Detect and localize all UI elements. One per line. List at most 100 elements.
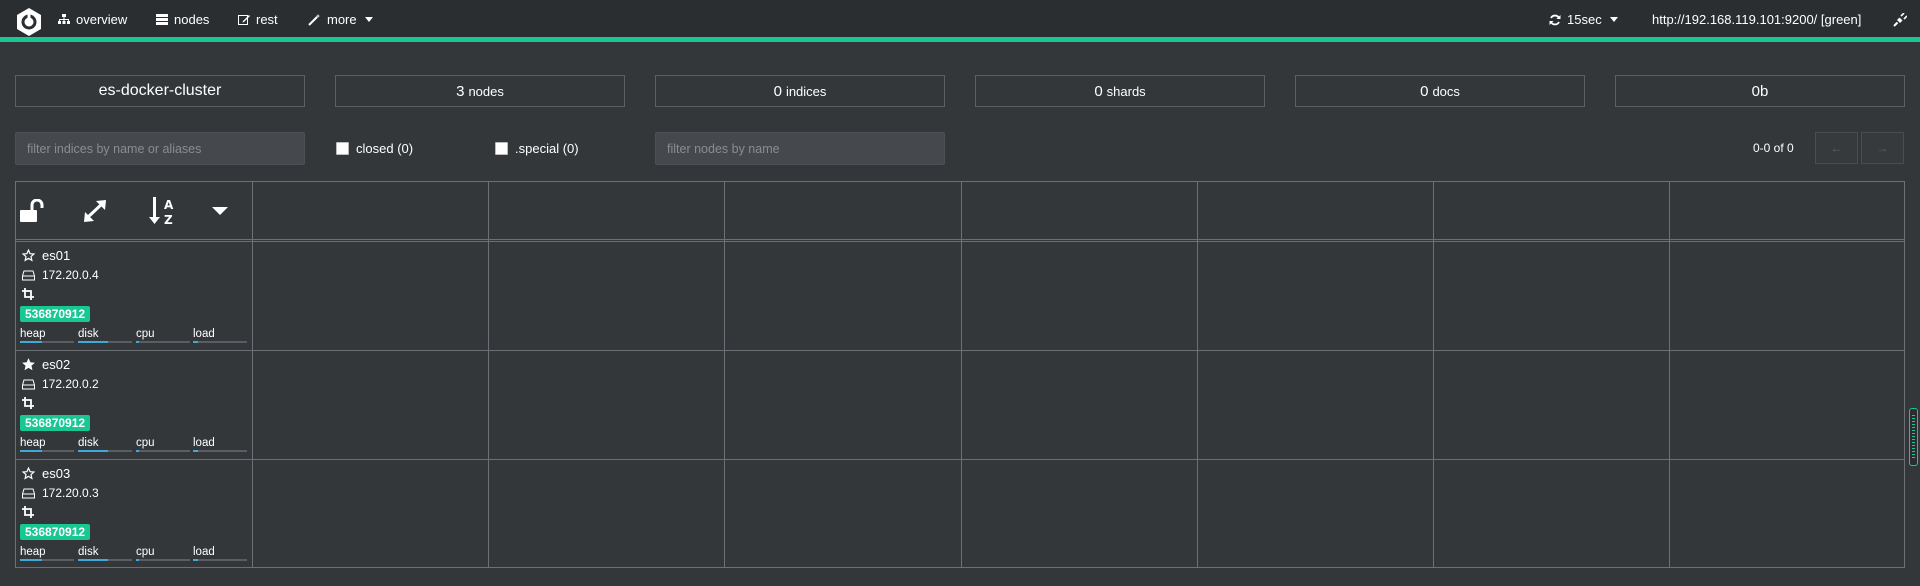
nav-nodes[interactable]: nodes [156,12,209,27]
cluster-overview-grid: A Z es01 172.20.0.4 536870912 heap disk … [15,181,1905,568]
nav-more-dropdown[interactable]: more [308,12,373,27]
load-metric[interactable]: load [193,546,247,561]
metric-label: heap [20,328,46,340]
arrow-right-icon: → [1876,141,1889,155]
scroll-indicator[interactable] [1909,408,1918,466]
hdd-icon [22,379,35,389]
heap-metric[interactable]: heap [20,437,74,452]
metric-label: disk [78,328,99,340]
heap-max-badge: 536870912 [20,306,91,322]
nav-more-label: more [327,12,357,27]
hdd-icon [22,488,35,498]
metric-label: disk [78,437,99,449]
indices-count: 0 [773,82,782,100]
filter-indices-input[interactable] [15,132,305,165]
heap-metric[interactable]: heap [20,546,74,561]
heap-metric[interactable]: heap [20,328,74,343]
metric-label: load [193,437,215,449]
unlock-icon[interactable] [20,199,48,223]
cluster-name-box: es-docker-cluster [15,75,305,107]
heap-bar [20,450,42,452]
server-icon [156,14,168,25]
metric-label: heap [20,546,46,558]
magic-wand-icon [308,13,321,26]
closed-indices-label: closed (0) [356,141,414,156]
top-navbar: overview nodes rest more 15sec http://19… [0,0,1920,42]
nodes-count-box: 3 nodes [335,75,625,107]
cpu-bar [136,450,139,452]
shards-count-box: 0 shards [975,75,1265,107]
node-name: es01 [42,248,71,263]
expand-icon[interactable] [83,200,107,222]
edit-icon [238,14,250,25]
shards-label: shards [1106,83,1146,99]
docs-count: 0 [1420,82,1429,100]
node-data-role [22,397,34,409]
cluster-url[interactable]: http://192.168.119.101:9200/ [green] [1652,12,1861,27]
nav-rest[interactable]: rest [238,12,278,27]
nav-overview[interactable]: overview [58,12,127,27]
node-ip-row: 172.20.0.3 [22,486,99,500]
disk-metric[interactable]: disk [78,546,132,561]
crop-icon [22,288,34,300]
load-metric[interactable]: load [193,437,247,452]
metric-label: load [193,328,215,340]
node-es03: es03 172.20.0.3 536870912 heap disk cpu [16,460,252,568]
metric-label: cpu [136,437,155,449]
heap-max-badge: 536870912 [20,524,91,540]
cpu-metric[interactable]: cpu [136,546,190,561]
indices-label: indices [785,83,827,99]
cerebro-logo-icon[interactable] [14,7,44,37]
nav-overview-label: overview [76,12,128,27]
heap-bar [20,341,42,343]
cluster-url-label: http://192.168.119.101:9200/ [green] [1652,12,1862,27]
metric-label: disk [78,546,99,558]
star-outline-icon [22,249,35,262]
sort-alpha-icon[interactable]: A Z [149,196,179,226]
caret-down-icon[interactable] [212,206,228,216]
disk-bar [78,559,108,561]
special-indices-checkbox[interactable]: .special (0) [495,141,579,156]
next-page-button[interactable]: → [1861,132,1904,164]
load-metric[interactable]: load [193,328,247,343]
heap-bar [20,559,42,561]
load-bar [193,450,199,452]
plug-icon [1893,13,1907,27]
disk-metric[interactable]: disk [78,437,132,452]
metric-label: heap [20,437,46,449]
node-ip-row: 172.20.0.2 [22,377,99,391]
arrow-left-icon: ← [1830,141,1843,155]
star-outline-icon [22,467,35,480]
checkbox-box[interactable] [495,142,508,155]
filter-nodes-input[interactable] [655,132,945,165]
closed-indices-checkbox[interactable]: closed (0) [336,141,413,156]
node-name-row[interactable]: es01 [22,248,70,263]
nodes-label: nodes [468,83,504,99]
node-ip: 172.20.0.2 [42,377,99,391]
cpu-metric[interactable]: cpu [136,437,190,452]
hdd-icon [22,270,35,280]
node-name: es02 [42,357,71,372]
disk-bar [78,341,108,343]
node-ip: 172.20.0.4 [42,268,99,282]
cpu-bar [136,341,139,343]
prev-page-button[interactable]: ← [1815,132,1858,164]
node-name: es03 [42,466,71,481]
crop-icon [22,506,34,518]
shards-count: 0 [1094,82,1103,100]
node-name-row[interactable]: es02 [22,357,70,372]
checkbox-box[interactable] [336,142,349,155]
refresh-interval-dropdown[interactable]: 15sec [1549,12,1618,27]
indices-count-box: 0 indices [655,75,945,107]
heap-max-badge: 536870912 [20,415,91,431]
disk-bar [78,450,108,452]
special-indices-label: .special (0) [515,141,579,156]
cpu-metric[interactable]: cpu [136,328,190,343]
node-ip-row: 172.20.0.4 [22,268,99,282]
node-name-row[interactable]: es03 [22,466,70,481]
refresh-interval-label: 15sec [1567,12,1602,27]
node-es01: es01 172.20.0.4 536870912 heap disk cpu [16,242,252,350]
disconnect-button[interactable] [1893,13,1907,27]
disk-metric[interactable]: disk [78,328,132,343]
pagination-text: 0-0 of 0 [1753,141,1794,155]
